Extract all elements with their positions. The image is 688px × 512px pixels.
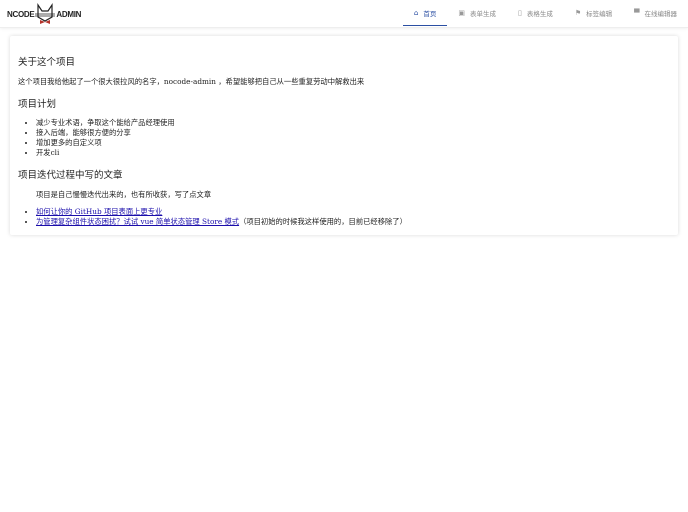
article-link[interactable]: 如何让你的 GitHub 项目表面上更专业	[36, 207, 162, 216]
form-icon: ▣	[458, 9, 465, 17]
main-nav: ⌂ 首页 ▣ 表单生成 ▯ 表格生成 ⚑ 标签编辑 ▀ 在线编辑器	[402, 0, 688, 27]
nav-form-generate[interactable]: ▣ 表单生成	[447, 0, 507, 26]
article-link[interactable]: 为管理复杂组件状态困扰？试试 vue 简单状态管理 Store 模式	[36, 217, 239, 226]
nav-table-generate[interactable]: ▯ 表格生成	[507, 0, 564, 26]
list-item: 增加更多的自定义项	[36, 138, 658, 148]
list-item: 为管理复杂组件状态困扰？试试 vue 简单状态管理 Store 模式（项目初始的…	[36, 217, 658, 227]
cat-logo-icon	[35, 3, 56, 24]
monitor-icon: ▀	[634, 9, 640, 17]
list-item: 减少专业术语，争取这个能给产品经理使用	[36, 118, 658, 128]
articles-list: 如何让你的 GitHub 项目表面上更专业 为管理复杂组件状态困扰？试试 vue…	[18, 207, 658, 227]
plan-list: 减少专业术语，争取这个能给产品经理使用 接入后端，能够很方便的分享 增加更多的自…	[18, 118, 658, 158]
nav-label: 表单生成	[469, 10, 496, 18]
plan-title: 项目计划	[18, 99, 57, 110]
nav-label: 标签编辑	[586, 10, 613, 18]
logo[interactable]: NCODE ADMIN	[7, 3, 81, 25]
content: 关于这个项目 这个项目我给他起了一个很大很拉风的名字，nocode-admin …	[18, 54, 658, 227]
flag-icon: ⚑	[574, 9, 582, 17]
articles-intro: 项目是自己慢慢迭代出来的，也有所收获，写了点文章	[36, 190, 212, 199]
list-item: 接入后端，能够很方便的分享	[36, 128, 658, 138]
nav-label: 在线编辑器	[644, 10, 678, 18]
logo-text-left: NCODE	[7, 9, 35, 19]
about-title: 关于这个项目	[18, 57, 76, 68]
home-icon: ⌂	[413, 8, 419, 17]
nav-label: 表格生成	[526, 10, 553, 18]
nav-online-editor[interactable]: ▀ 在线编辑器	[623, 0, 688, 26]
list-item: 如何让你的 GitHub 项目表面上更专业	[36, 207, 658, 217]
list-item: 开发cli	[36, 148, 658, 158]
nav-label: 首页	[423, 9, 437, 18]
nav-tag-edit[interactable]: ⚑ 标签编辑	[564, 0, 623, 26]
logo-text-right: ADMIN	[56, 9, 82, 19]
articles-title: 项目迭代过程中写的文章	[18, 170, 123, 181]
about-text: 这个项目我给他起了一个很大很拉风的名字，nocode-admin ，希望能够把自…	[18, 77, 365, 86]
nav-home[interactable]: ⌂ 首页	[402, 0, 448, 26]
article-note: （项目初始的时候我这样使用的，目前已经移除了）	[239, 217, 407, 226]
table-icon: ▯	[517, 9, 522, 17]
top-header: NCODE ADMIN ⌂ 首页 ▣ 表单生成 ▯ 表格生成 ⚑ 标签编辑 ▀ 在线编辑器	[0, 0, 688, 28]
